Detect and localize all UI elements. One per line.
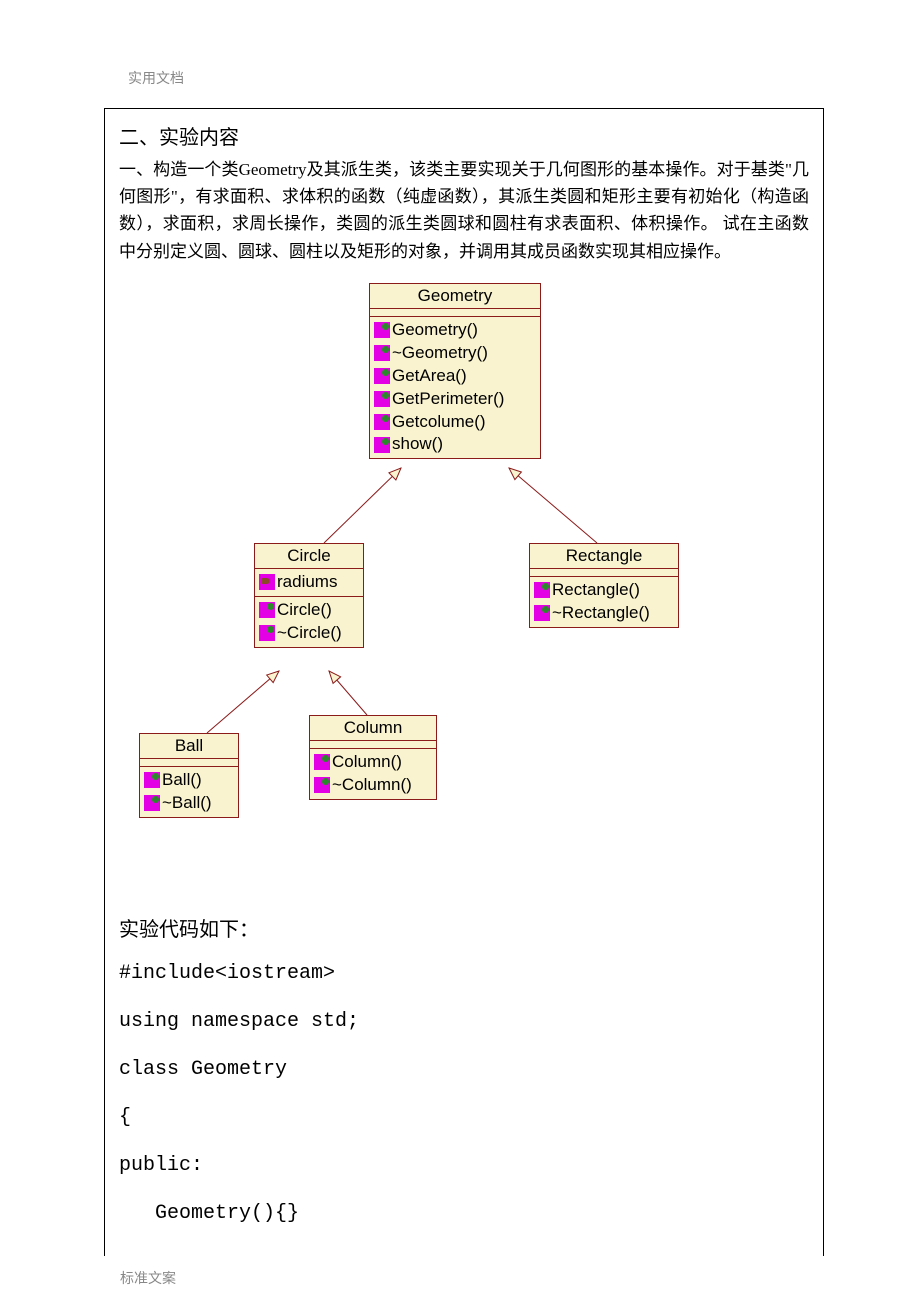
method-icon (144, 795, 160, 811)
page-footer: 标准文案 (120, 1268, 176, 1288)
code-line: public: (119, 1142, 809, 1190)
section-title: 二、实验内容 (119, 121, 809, 150)
uml-class-geometry: Geometry Geometry() ~Geometry() GetArea(… (369, 283, 541, 460)
uml-title: Column (310, 716, 436, 741)
uml-method: ~Geometry() (370, 342, 540, 365)
uml-class-circle: Circle radiums Circle() ~Circle() (254, 543, 364, 648)
uml-attribute: radiums (255, 571, 363, 594)
method-icon (144, 772, 160, 788)
method-icon (374, 322, 390, 338)
method-icon (534, 605, 550, 621)
method-icon (374, 437, 390, 453)
code-line: Geometry(){} (119, 1190, 809, 1238)
method-icon (374, 414, 390, 430)
code-line: { (119, 1094, 809, 1142)
uml-method: show() (370, 433, 540, 456)
uml-method: Geometry() (370, 319, 540, 342)
uml-title: Circle (255, 544, 363, 569)
method-icon (374, 391, 390, 407)
method-icon (314, 777, 330, 793)
uml-method: Ball() (140, 769, 238, 792)
uml-class-ball: Ball Ball() ~Ball() (139, 733, 239, 818)
method-icon (314, 754, 330, 770)
uml-title: Rectangle (530, 544, 678, 569)
content-frame: 二、实验内容 一、构造一个类Geometry及其派生类，该类主要实现关于几何图形… (104, 108, 824, 1256)
uml-method: Rectangle() (530, 579, 678, 602)
uml-method: Column() (310, 751, 436, 774)
uml-method: GetPerimeter() (370, 388, 540, 411)
uml-method: ~Circle() (255, 622, 363, 645)
attribute-icon (259, 574, 275, 590)
uml-method: ~Ball() (140, 792, 238, 815)
uml-method: GetArea() (370, 365, 540, 388)
method-icon (259, 602, 275, 618)
code-section-label: 实验代码如下： (119, 913, 809, 942)
problem-description: 一、构造一个类Geometry及其派生类，该类主要实现关于几何图形的基本操作。对… (119, 156, 809, 265)
code-line: class Geometry (119, 1046, 809, 1094)
uml-class-column: Column Column() ~Column() (309, 715, 437, 800)
method-icon (374, 345, 390, 361)
code-line: using namespace std; (119, 998, 809, 1046)
uml-method: Getcolume() (370, 411, 540, 434)
uml-title: Geometry (370, 284, 540, 309)
uml-class-rectangle: Rectangle Rectangle() ~Rectangle() (529, 543, 679, 628)
uml-method: ~Column() (310, 774, 436, 797)
method-icon (534, 582, 550, 598)
page-header: 实用文档 (128, 68, 184, 88)
uml-method: Circle() (255, 599, 363, 622)
uml-title: Ball (140, 734, 238, 759)
method-icon (259, 625, 275, 641)
uml-diagram: Geometry Geometry() ~Geometry() GetArea(… (119, 273, 809, 893)
code-block: #include<iostream>using namespace std;cl… (119, 950, 809, 1238)
method-icon (374, 368, 390, 384)
code-line: #include<iostream> (119, 950, 809, 998)
uml-method: ~Rectangle() (530, 602, 678, 625)
